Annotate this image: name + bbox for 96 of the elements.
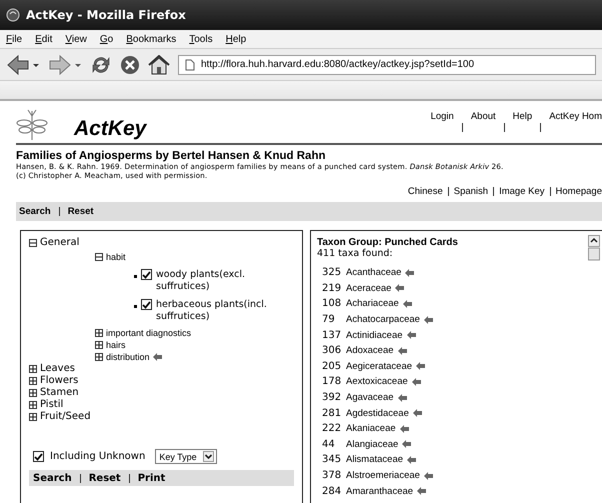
checkbox[interactable]: [33, 451, 44, 462]
results-title: Taxon Group: Punched Cards: [317, 237, 459, 248]
tree-item[interactable]: Flowers: [40, 375, 78, 387]
menu-item[interactable]: Help: [226, 34, 246, 44]
taxon-name[interactable]: Aextoxicaceae: [346, 376, 408, 388]
tree-item[interactable]: Leaves: [40, 363, 75, 375]
taxon-name[interactable]: Achatocarpaceae: [346, 314, 420, 326]
taxon-name[interactable]: Alangiaceae: [346, 438, 398, 450]
action-link[interactable]: Search: [33, 472, 72, 484]
language-link[interactable]: Chinese: [408, 186, 443, 197]
taxon-name[interactable]: Actinidiaceae: [346, 330, 403, 341]
taxon-name[interactable]: Alstroemeriaceae: [346, 470, 420, 482]
language-link[interactable]: Image Key: [499, 186, 545, 197]
page-heading: Families of Angiosperms by Bertel Hansen & Knud Rahn: [16, 150, 326, 162]
expand-icon[interactable]: [29, 377, 37, 385]
expand-icon[interactable]: [95, 341, 103, 349]
nav-link[interactable]: Login: [430, 111, 454, 143]
taxon-number: 79: [322, 314, 336, 326]
tree-item[interactable]: Fruit/Seed: [40, 411, 91, 423]
taxon-name[interactable]: Agdestidaceae: [346, 408, 409, 419]
arrow-icon[interactable]: [152, 353, 162, 361]
nav-link[interactable]: About: [470, 111, 496, 143]
key-type-select[interactable]: Key Type: [155, 449, 217, 464]
tree-item[interactable]: Stamen: [40, 387, 79, 399]
menu-item[interactable]: View: [65, 34, 87, 44]
scrollbar[interactable]: [588, 235, 600, 261]
taxon-name[interactable]: Akaniaceae: [346, 423, 396, 434]
site-logo: ActKey: [74, 117, 146, 141]
checkbox[interactable]: [141, 269, 152, 280]
menu-item[interactable]: Tools: [189, 34, 213, 44]
tree-item[interactable]: habit: [106, 251, 126, 263]
taxon-number: 219: [322, 282, 342, 294]
menu-item[interactable]: Edit: [35, 34, 52, 44]
menu-item[interactable]: Go: [100, 34, 114, 44]
browser-icon: [6, 8, 20, 22]
action-link[interactable]: Search: [19, 206, 51, 217]
dropdown-icon: [202, 451, 214, 462]
taxon-name[interactable]: Acanthaceae: [346, 267, 402, 278]
expand-icon[interactable]: [29, 365, 37, 373]
action-link[interactable]: Reset: [68, 206, 94, 217]
forward-icon[interactable]: [48, 54, 82, 76]
tree-item[interactable]: important diagnostics: [106, 327, 192, 339]
action-link[interactable]: Print: [138, 472, 166, 484]
results-count: 411 taxa found:: [317, 248, 394, 259]
taxon-number: 284: [322, 486, 342, 497]
bullet-icon: [134, 275, 137, 278]
page-icon: [185, 58, 195, 70]
taxon-name[interactable]: Aceraceae: [346, 282, 392, 294]
expand-icon[interactable]: [29, 401, 37, 409]
taxon-name[interactable]: Adoxaceae: [346, 345, 394, 356]
taxon-number: 44: [322, 438, 336, 450]
taxon-number: 137: [322, 330, 342, 341]
tree-item[interactable]: General: [40, 237, 80, 249]
taxon-name[interactable]: Aegicerataceae: [346, 360, 412, 372]
back-icon[interactable]: [6, 54, 40, 76]
taxon-name[interactable]: Achariaceae: [346, 298, 399, 310]
checkbox-label: Including Unknown: [50, 451, 146, 462]
expand-icon[interactable]: [29, 413, 37, 421]
checkbox[interactable]: [141, 299, 152, 310]
option-label: woody plants(excl. suffrutices): [156, 269, 246, 293]
window-title: ActKey - Mozilla Firefox: [26, 8, 186, 22]
taxon-number: 392: [322, 392, 342, 404]
expand-icon[interactable]: [95, 329, 103, 337]
flower-logo-icon: [16, 107, 48, 141]
taxon-number: 345: [322, 454, 342, 466]
taxon-number: 378: [322, 470, 342, 482]
taxon-number: 205: [322, 360, 342, 372]
menu-item[interactable]: Bookmarks: [126, 34, 176, 44]
tree-item[interactable]: Pistil: [40, 399, 64, 411]
taxon-number: 108: [322, 298, 342, 310]
taxon-number: 281: [322, 408, 342, 419]
collapse-icon[interactable]: [29, 239, 37, 247]
language-link[interactable]: Homepage: [556, 186, 602, 197]
language-link[interactable]: Spanish: [454, 186, 488, 197]
taxon-number: 306: [322, 345, 342, 356]
collapse-icon[interactable]: [95, 253, 103, 261]
taxon-number: 178: [322, 376, 342, 388]
stop-icon[interactable]: [120, 54, 140, 74]
nav-link[interactable]: ActKey Hom: [549, 111, 602, 143]
tree-item[interactable]: distribution: [106, 351, 150, 363]
taxon-name[interactable]: Amaranthaceae: [346, 486, 414, 497]
option-label: herbaceous plants(incl. suffrutices): [156, 299, 268, 323]
expand-icon[interactable]: [29, 389, 37, 397]
nav-link[interactable]: Help: [512, 111, 532, 143]
expand-icon[interactable]: [95, 353, 103, 361]
bullet-icon: [134, 305, 137, 308]
taxon-number: 325: [322, 267, 342, 278]
tree-item[interactable]: hairs: [106, 339, 126, 351]
url-text: http://flora.huh.harvard.edu:8080/actkey/actkey.jsp?setId=100: [201, 59, 474, 70]
address-field[interactable]: http://flora.huh.harvard.edu:8080/actkey/actkey.jsp?setId=100: [178, 54, 596, 74]
action-link[interactable]: Reset: [88, 472, 121, 484]
taxon-name[interactable]: Alismataceae: [346, 454, 404, 466]
menu-item[interactable]: File: [6, 34, 22, 44]
taxon-name[interactable]: Agavaceae: [346, 392, 394, 404]
home-icon[interactable]: [148, 54, 170, 74]
taxon-number: 222: [322, 423, 342, 434]
